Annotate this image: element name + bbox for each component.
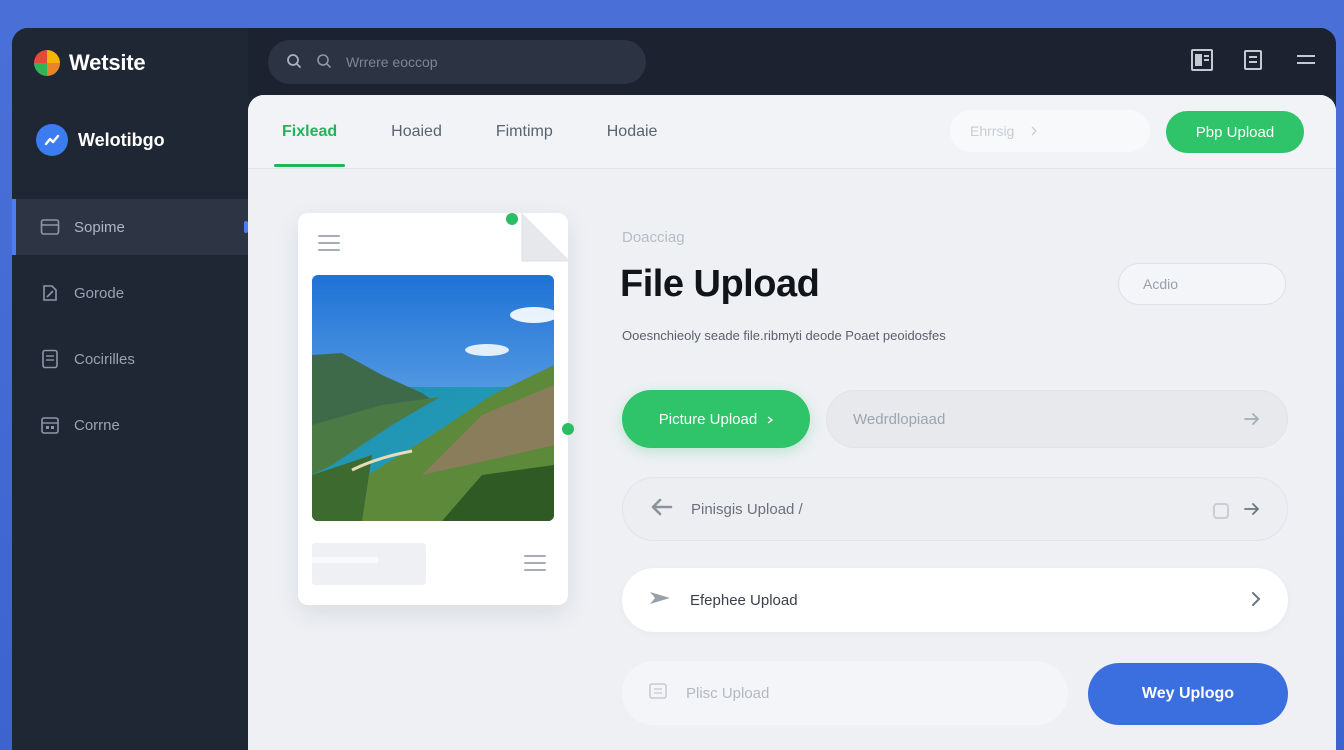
sidebar-nav: Sopime Gorode Cocirilles Corrne [12,199,248,463]
page-title: File Upload [620,263,820,305]
row-label: Pinisgis Upload / [691,500,803,518]
tab-hodaie[interactable]: Hodaie [607,95,658,169]
menu-icon[interactable] [1294,48,1318,72]
handle-dot[interactable] [562,423,574,435]
calendar-icon [40,415,60,435]
field-placeholder: Wedrdlopiaad [853,410,946,428]
document-icon [40,349,60,369]
app-window: Wetsite Welotibgo Sopime Gorode Cocirill… [12,28,1336,750]
arrow-right-icon[interactable] [1243,410,1261,432]
arrow-left-icon [649,497,673,521]
file-preview-card[interactable] [298,213,574,605]
sidebar-item-sopime[interactable]: Sopime [12,199,248,255]
app-title: Wetsite [69,50,146,75]
upload-option-row[interactable]: Pinisgis Upload / [622,477,1288,541]
sidebar-item-gorode[interactable]: Gorode [12,265,248,321]
chevron-right-icon [767,411,774,428]
brand-profile[interactable]: Welotibgo [36,124,165,156]
sidebar-item-label: Sopime [74,218,125,236]
row-label: Efephee Upload [690,591,798,609]
button-label: Picture Upload [658,410,758,428]
brand-name: Welotibgo [78,129,165,150]
notebook-icon[interactable] [1242,48,1266,72]
top-upload-button[interactable]: Pbp Upload [1166,111,1304,153]
sidebar-item-label: Gorode [74,284,125,302]
search-icon [316,53,332,72]
search-input[interactable]: Wrrere eoccop [268,40,646,84]
upload-option-row[interactable]: Plisc Upload [622,661,1068,725]
way-upload-button[interactable]: Wey Uplogo [1088,663,1288,725]
landscape-image [312,275,554,521]
trend-icon [36,124,68,156]
tab-search-input[interactable]: Ehrrsig [950,110,1150,152]
sidebar: Wetsite Welotibgo Sopime Gorode Cocirill… [12,28,248,750]
document-icon[interactable] [1190,48,1214,72]
picture-upload-button[interactable]: Picture Upload [622,390,810,448]
send-icon [648,588,672,612]
row-actions [1213,500,1261,522]
app-logo[interactable]: Wetsite [34,50,146,76]
tab-fixlead[interactable]: Fixlead [273,95,346,169]
handle-dot[interactable] [506,213,518,225]
top-actions [1190,48,1318,72]
main-panel: Fixlead Hoaied Fimtimp Hodaie Ehrrsig Pb… [248,95,1336,750]
logo-icon [34,50,60,76]
file-icon [648,682,668,704]
tab-fimtimp[interactable]: Fimtimp [496,95,553,169]
apply-button[interactable]: Acdio [1118,263,1286,305]
tabs-bar: Fixlead Hoaied Fimtimp Hodaie Ehrrsig Pb… [248,95,1336,169]
chevron-right-icon [1030,123,1038,139]
search-icon [286,53,302,72]
sidebar-item-cocirilles[interactable]: Cocirilles [12,331,248,387]
arrow-right-icon[interactable] [1243,500,1261,522]
search-placeholder: Wrrere eoccop [346,54,438,70]
tab-hoaied[interactable]: Hoaied [391,95,442,169]
tab-list: Fixlead Hoaied Fimtimp Hodaie [273,95,658,169]
menu-icon[interactable] [318,235,340,256]
sidebar-item-corrne[interactable]: Corrne [12,397,248,453]
page-fold-icon [521,213,570,262]
file-url-field[interactable]: Wedrdlopiaad [826,390,1288,448]
placeholder-line [312,557,378,563]
sidebar-item-label: Corrne [74,416,120,434]
placeholder-bar [312,543,426,585]
tab-search-placeholder: Ehrrsig [970,123,1015,139]
edit-icon [40,283,60,303]
folder-icon [40,217,60,237]
chevron-right-icon[interactable] [1250,590,1262,612]
top-bar: Wrrere eoccop [248,28,1336,96]
row-label: Plisc Upload [686,684,770,702]
upload-option-row[interactable]: Efephee Upload [622,568,1288,632]
sidebar-item-label: Cocirilles [74,350,135,368]
section-overline: Doacciag [622,229,685,246]
row-actions [1250,590,1262,612]
page-description: Ooesnchieoly seade file.ribmyti deode Po… [622,328,946,343]
menu-icon[interactable] [524,555,546,576]
row-checkbox[interactable] [1213,503,1229,519]
